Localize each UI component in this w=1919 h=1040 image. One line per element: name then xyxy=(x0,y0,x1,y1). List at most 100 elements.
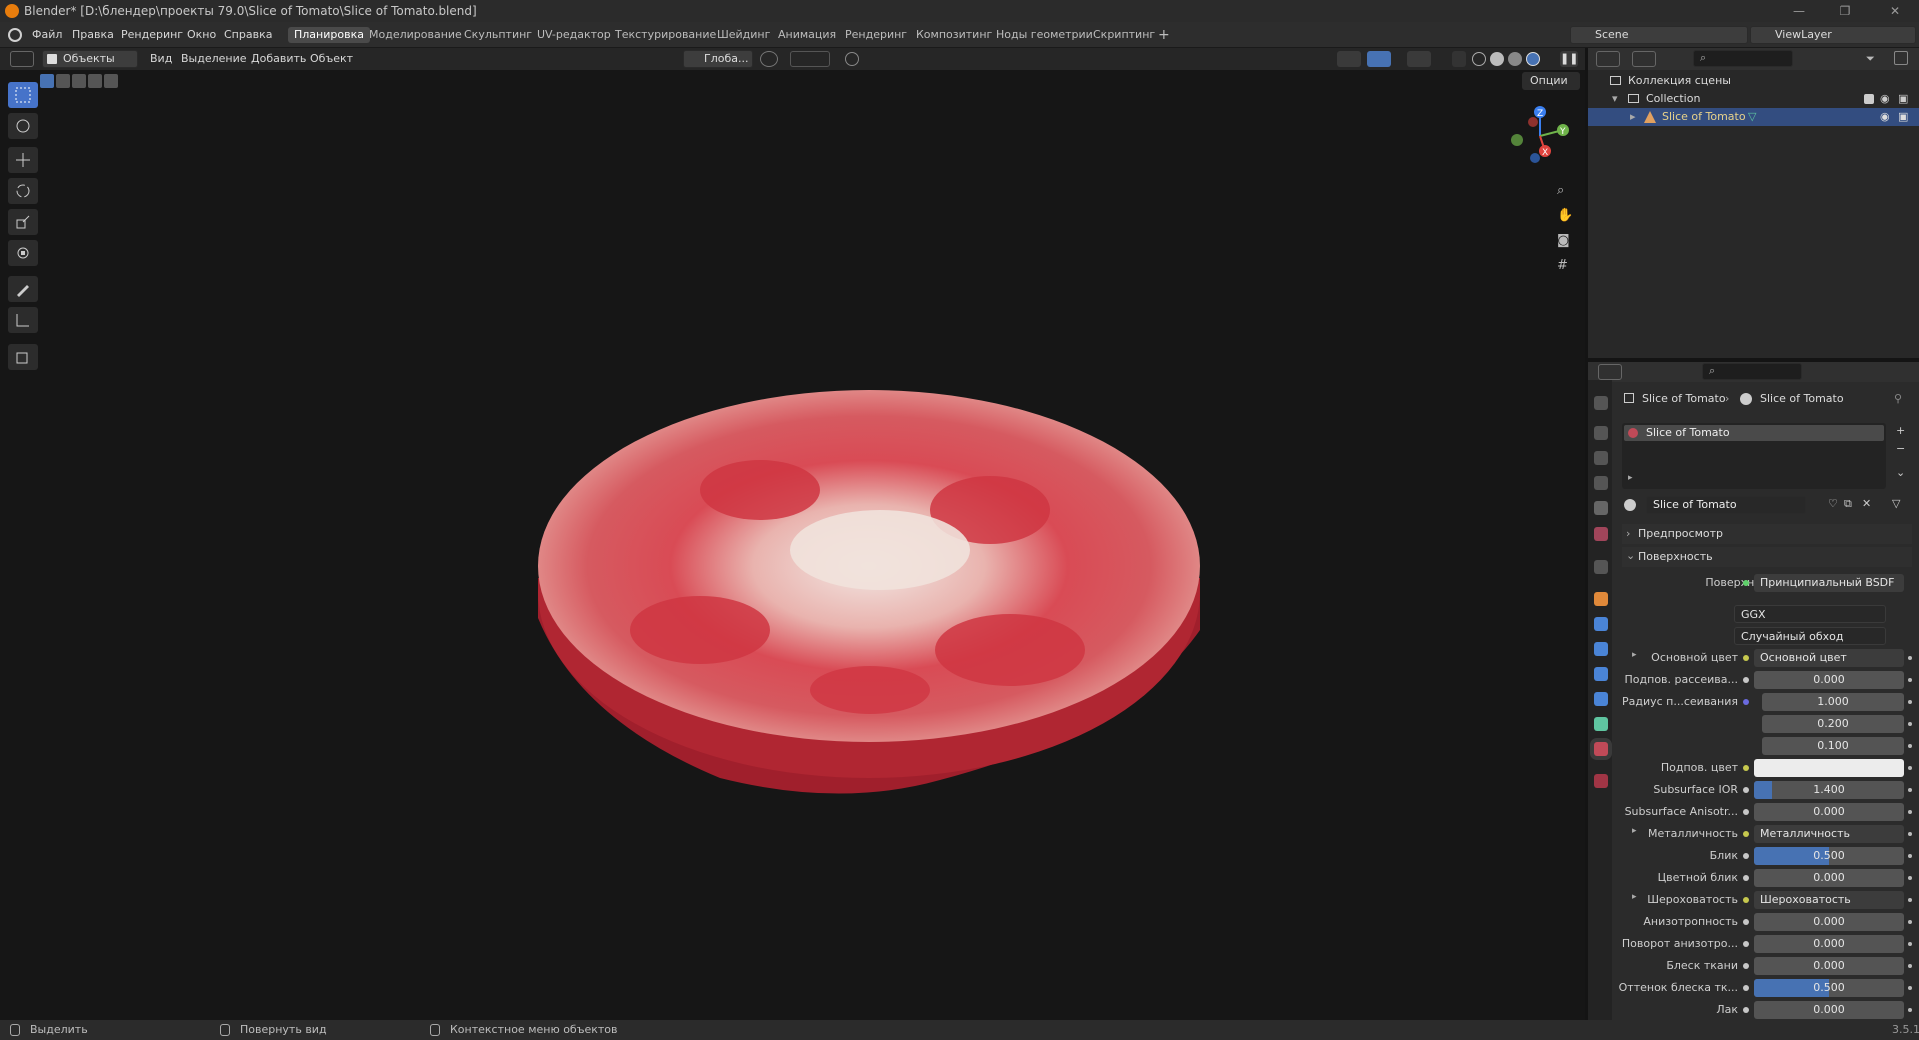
tab-scripting[interactable]: Скриптинг xyxy=(1087,27,1161,43)
select-extend-icon[interactable] xyxy=(56,74,70,88)
data-tab-icon[interactable] xyxy=(1594,717,1608,731)
grid-icon[interactable]: # xyxy=(1557,258,1568,273)
gizmo-toggle-icon[interactable] xyxy=(1367,51,1391,67)
keyframe-dot-icon[interactable] xyxy=(1908,744,1912,748)
maximize-icon[interactable]: ❐ xyxy=(1822,0,1868,22)
outliner-scene-collection[interactable]: Коллекция сцены xyxy=(1588,72,1919,90)
value-field[interactable]: 0.000 xyxy=(1754,671,1904,689)
properties-search-input[interactable]: ⌕ xyxy=(1702,363,1802,380)
cursor-tool[interactable] xyxy=(8,113,38,139)
material-name-field[interactable]: Slice of Tomato xyxy=(1646,496,1806,514)
display-mode-icon[interactable] xyxy=(1632,51,1656,67)
select-new-icon[interactable] xyxy=(40,74,54,88)
menu-add[interactable]: Добавить xyxy=(251,51,306,67)
tab-layout[interactable]: Планировка xyxy=(288,27,370,43)
render-camera-icon[interactable]: ▣ xyxy=(1898,90,1908,108)
overlay-toggle-icon[interactable] xyxy=(1407,51,1431,67)
material-slot-list[interactable]: Slice of Tomato ▸ xyxy=(1622,423,1886,489)
view-layer-selector[interactable]: ViewLayer xyxy=(1750,26,1916,44)
transform-orientation[interactable]: Глоба... xyxy=(683,50,753,68)
value-field[interactable]: 0.100 xyxy=(1762,737,1904,755)
xray-icon[interactable] xyxy=(1452,51,1466,67)
material-shading-icon[interactable] xyxy=(1508,52,1522,66)
panel-surface[interactable]: ⌄ Поверхность xyxy=(1622,547,1912,567)
panel-preview[interactable]: › Предпросмотр xyxy=(1622,524,1912,544)
render-tab-icon[interactable] xyxy=(1594,426,1608,440)
tab-texturing[interactable]: Текстурирование xyxy=(609,27,722,43)
constraints-tab-icon[interactable] xyxy=(1594,692,1608,706)
object-tab-icon[interactable] xyxy=(1594,592,1608,606)
slot-menu-icon[interactable]: ⌄ xyxy=(1896,466,1905,479)
collapse-arrow-icon[interactable]: ▾ xyxy=(1612,90,1618,108)
pan-hand-icon[interactable]: ✋ xyxy=(1557,208,1573,223)
tab-compositing[interactable]: Композитинг xyxy=(910,27,998,43)
subsurface-method-dropdown[interactable]: Случайный обход xyxy=(1734,627,1886,645)
keyframe-dot-icon[interactable] xyxy=(1908,854,1912,858)
linked-input-field[interactable]: Металличность xyxy=(1754,825,1904,843)
zoom-icon[interactable]: ⌕ xyxy=(1557,183,1564,198)
solid-shading-icon[interactable] xyxy=(1490,52,1504,66)
value-field[interactable]: 0.500 xyxy=(1754,847,1904,865)
transform-tool[interactable] xyxy=(8,240,38,266)
remove-slot-icon[interactable]: − xyxy=(1896,442,1905,455)
keyframe-dot-icon[interactable] xyxy=(1908,656,1912,660)
menu-view[interactable]: Вид xyxy=(150,51,172,67)
material-browse-icon[interactable] xyxy=(1624,499,1636,511)
eye-icon[interactable]: ◉ xyxy=(1880,108,1890,126)
keyframe-dot-icon[interactable] xyxy=(1908,942,1912,946)
duplicate-icon[interactable]: ⧉ xyxy=(1844,497,1852,511)
options-dropdown[interactable]: Опции xyxy=(1522,72,1580,90)
camera-icon[interactable]: ◙ xyxy=(1557,233,1570,248)
keyframe-dot-icon[interactable] xyxy=(1908,700,1912,704)
texture-tab-icon[interactable] xyxy=(1594,774,1608,788)
keyframe-dot-icon[interactable] xyxy=(1908,898,1912,902)
scene-selector[interactable]: Scene xyxy=(1570,26,1748,44)
minimize-icon[interactable]: — xyxy=(1776,0,1822,22)
proportional-edit-icon[interactable] xyxy=(845,52,859,66)
physics-tab-icon[interactable] xyxy=(1594,667,1608,681)
filter-icon[interactable]: ⏷ xyxy=(1866,52,1875,66)
add-slot-icon[interactable]: + xyxy=(1896,424,1905,437)
select-invert-icon[interactable] xyxy=(88,74,102,88)
outliner-collection[interactable]: ▾ Collection ◉ ▣ xyxy=(1588,90,1919,108)
pause-icon[interactable]: ❚❚ xyxy=(1560,51,1578,67)
rendered-shading-icon[interactable] xyxy=(1526,52,1540,66)
output-tab-icon[interactable] xyxy=(1594,451,1608,465)
value-field[interactable]: 0.500 xyxy=(1754,979,1904,997)
mesh-data-icon[interactable]: ▽ xyxy=(1748,108,1756,126)
world-tab-icon[interactable] xyxy=(1594,527,1608,541)
keyframe-dot-icon[interactable] xyxy=(1908,766,1912,770)
collection-tab-icon[interactable] xyxy=(1594,560,1608,574)
expand-arrow-icon[interactable]: ▸ xyxy=(1632,650,1637,660)
expand-arrow-icon[interactable]: ▸ xyxy=(1630,108,1636,126)
view-layer-tab-icon[interactable] xyxy=(1594,476,1608,490)
keyframe-dot-icon[interactable] xyxy=(1908,722,1912,726)
pin-icon[interactable]: ⚲ xyxy=(1894,392,1902,405)
menu-help[interactable]: Справка xyxy=(224,28,272,41)
value-field[interactable]: 1.400 xyxy=(1754,781,1904,799)
distribution-dropdown[interactable]: GGX xyxy=(1734,605,1886,623)
menu-object[interactable]: Объект xyxy=(310,51,353,67)
material-tab-icon[interactable] xyxy=(1594,742,1608,756)
close-icon[interactable]: ✕ xyxy=(1872,0,1918,22)
outliner-search-input[interactable]: ⌕ xyxy=(1693,50,1793,67)
menu-edit[interactable]: Правка xyxy=(72,28,114,41)
scene-tab-icon[interactable] xyxy=(1594,501,1608,515)
expand-arrow-icon[interactable]: ▸ xyxy=(1632,826,1637,836)
linked-input-field[interactable]: Основной цвет xyxy=(1754,649,1904,667)
keyframe-dot-icon[interactable] xyxy=(1908,788,1912,792)
blender-menu-icon[interactable] xyxy=(8,28,22,42)
properties-editor-icon[interactable] xyxy=(1598,364,1622,380)
value-field[interactable]: 0.000 xyxy=(1754,913,1904,931)
add-cube-tool[interactable] xyxy=(8,344,38,370)
value-field[interactable]: 1.000 xyxy=(1762,693,1904,711)
value-field[interactable]: 0.000 xyxy=(1754,935,1904,953)
surface-shader-field[interactable]: Принципиальный BSDF xyxy=(1754,574,1904,592)
scale-tool[interactable] xyxy=(8,209,38,235)
select-subtract-icon[interactable] xyxy=(72,74,86,88)
particles-tab-icon[interactable] xyxy=(1594,642,1608,656)
expand-arrow-icon[interactable]: ▸ xyxy=(1632,892,1637,902)
keyframe-dot-icon[interactable] xyxy=(1908,876,1912,880)
add-workspace-icon[interactable]: + xyxy=(1152,27,1176,43)
value-field[interactable]: 0.200 xyxy=(1762,715,1904,733)
